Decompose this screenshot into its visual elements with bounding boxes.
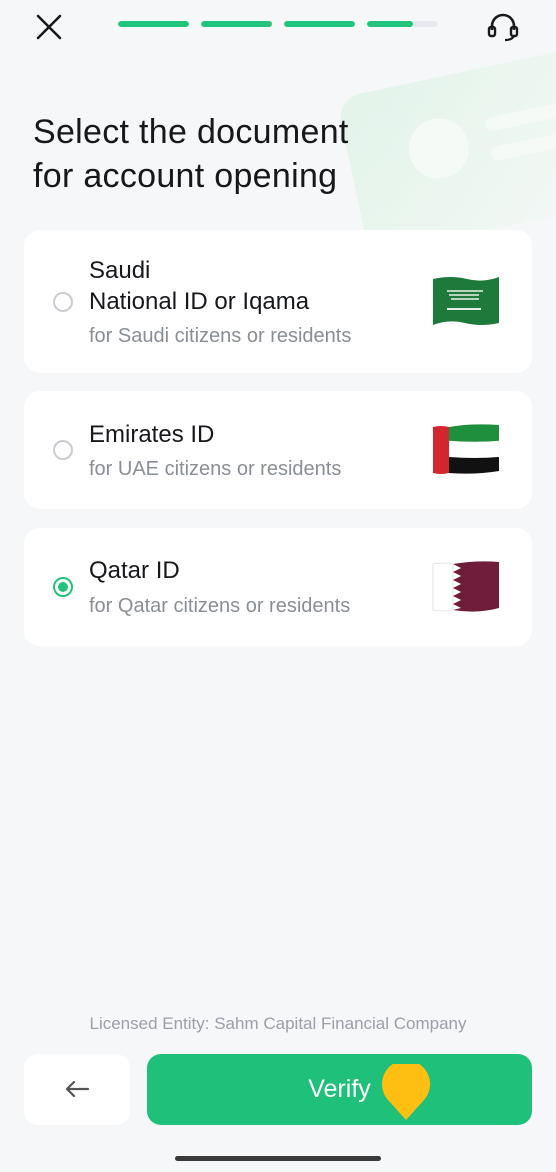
radio-emirates-id[interactable]	[53, 440, 73, 460]
option-saudi-name-line-2: National ID or Iqama	[89, 288, 310, 315]
option-qatar-subtitle: for Qatar citizens or residents	[89, 595, 351, 617]
home-indicator[interactable]	[175, 1156, 381, 1161]
license-text: Licensed Entity: Sahm Capital Financial …	[89, 1014, 467, 1033]
uae-flag-icon	[433, 424, 500, 474]
option-emirates-id[interactable]: Emirates ID for UAE citizens or resident…	[24, 391, 532, 509]
option-qatar-name: Qatar ID	[89, 557, 180, 584]
page-title: Select the document for account opening	[33, 110, 393, 198]
option-saudi-subtitle: for Saudi citizens or residents	[89, 325, 352, 347]
progress-step-4	[367, 21, 438, 27]
headset-icon[interactable]	[486, 12, 520, 42]
progress-step-3	[284, 21, 355, 27]
progress-step-1	[118, 21, 189, 27]
page-title-line-1: Select the document	[33, 113, 349, 151]
radio-qatar-id[interactable]	[53, 577, 73, 597]
radio-saudi-id[interactable]	[53, 292, 73, 312]
progress-bar	[118, 21, 438, 27]
option-saudi-id[interactable]: Saudi National ID or Iqama for Saudi cit…	[24, 230, 532, 373]
option-emirates-name: Emirates ID	[89, 421, 215, 448]
saudi-flag-icon	[433, 277, 499, 325]
option-qatar-id[interactable]: Qatar ID for Qatar citizens or residents	[24, 528, 532, 646]
page-title-line-2: for account opening	[33, 157, 338, 195]
qatar-flag-icon	[432, 561, 499, 612]
verify-button[interactable]: Verify	[147, 1054, 532, 1125]
arrow-left-icon	[65, 1080, 90, 1098]
back-button[interactable]	[24, 1054, 130, 1125]
top-bar	[0, 0, 556, 60]
pointer-marker-icon	[382, 1064, 430, 1120]
option-saudi-name-line-1: Saudi	[89, 257, 151, 284]
option-emirates-subtitle: for UAE citizens or residents	[89, 458, 342, 480]
progress-step-2	[201, 21, 272, 27]
close-icon[interactable]	[34, 12, 64, 42]
